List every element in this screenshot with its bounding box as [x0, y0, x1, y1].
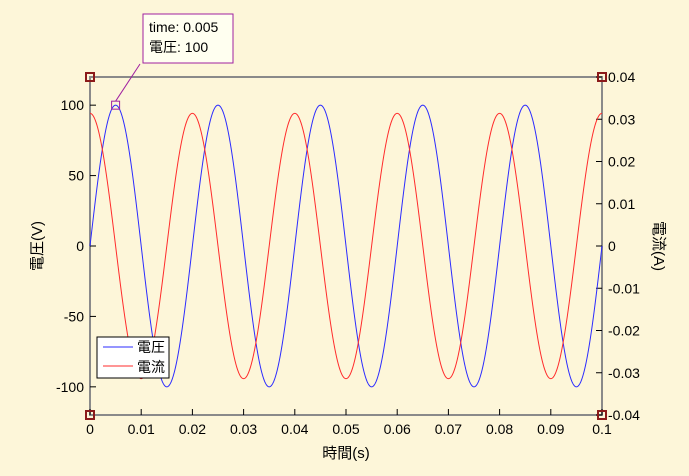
y2-tick-label: -0.04 [608, 407, 640, 423]
y-tick-label: 0 [76, 238, 84, 254]
x-tick-label: 0.08 [486, 421, 513, 437]
y2-axis-label: 電流(A) [650, 221, 667, 271]
x-tick-label: 0.1 [592, 421, 612, 437]
legend-label-voltage: 電圧 [137, 339, 165, 355]
y-tick-label: 100 [61, 97, 85, 113]
tooltip: time: 0.005 電圧: 100 [111, 13, 234, 110]
y2-tick-label: 0.01 [608, 196, 635, 212]
tooltip-leader-line [115, 63, 141, 102]
tooltip-line-value: 電圧: 100 [149, 39, 208, 55]
x-tick-label: 0.05 [332, 421, 359, 437]
x-tick-label: 0.06 [384, 421, 411, 437]
x-tick-label: 0.09 [537, 421, 564, 437]
chart: 100 50 0 -50 -100 0.04 0.03 0.02 0.01 0 -0.01 -0.0… [29, 13, 667, 462]
y-tick-label: 50 [68, 168, 84, 184]
y-axis-label: 電圧(V) [29, 221, 46, 271]
x-axis: 0 0.01 0.02 0.03 0.04 0.05 0.06 0.07 0.08 0.09 0.1 [86, 409, 612, 437]
x-tick-label: 0.02 [179, 421, 206, 437]
y2-tick-label: 0.04 [608, 69, 635, 85]
y2-tick-label: -0.01 [608, 280, 640, 296]
x-tick-label: 0.04 [281, 421, 308, 437]
y2-tick-label: 0.03 [608, 111, 635, 127]
y2-tick-label: 0 [608, 238, 616, 254]
y2-tick-label: -0.03 [608, 365, 640, 381]
x-tick-label: 0 [86, 421, 94, 437]
y2-tick-label: 0.02 [608, 154, 635, 170]
x-tick-label: 0.07 [435, 421, 462, 437]
legend-label-current: 電流 [137, 359, 165, 375]
y-tick-label: -100 [56, 379, 84, 395]
x-axis-label: 時間(s) [322, 445, 370, 462]
legend: 電圧 電流 [96, 336, 170, 379]
x-tick-label: 0.03 [230, 421, 257, 437]
y2-tick-label: -0.02 [608, 323, 640, 339]
tooltip-line-time: time: 0.005 [149, 19, 218, 35]
y-tick-label: -50 [64, 308, 84, 324]
x-tick-label: 0.01 [128, 421, 155, 437]
